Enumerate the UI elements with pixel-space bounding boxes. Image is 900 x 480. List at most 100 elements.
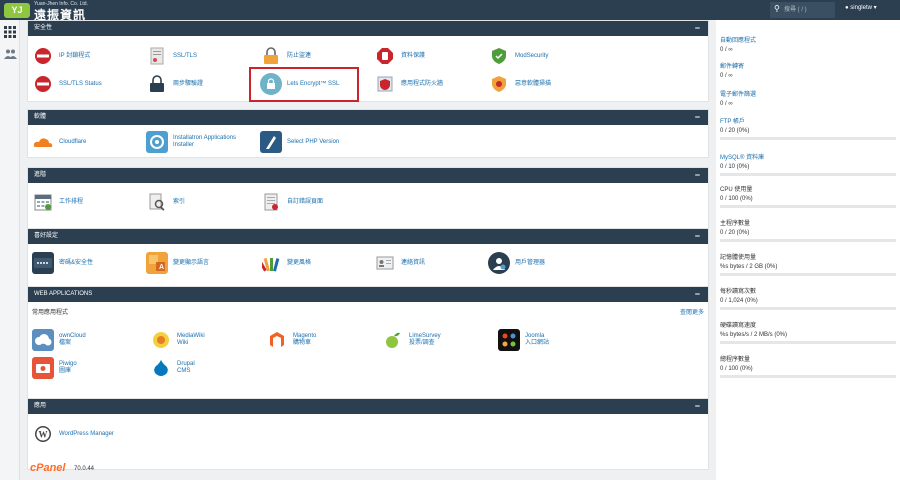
hotlink-protection-icon bbox=[260, 45, 282, 67]
user-manager-icon bbox=[488, 252, 510, 274]
stats-panel: 自動回應程式 0 / ∞ 郵件轉寄 0 / ∞ 電子郵件篩選 0 / ∞ FTP 帳戶… bbox=[716, 20, 900, 480]
grid-icon[interactable] bbox=[3, 25, 17, 39]
collapse-icon[interactable]: − bbox=[695, 287, 700, 301]
ssl-status-link[interactable]: SSL/TLS Status bbox=[32, 73, 102, 95]
stat-title[interactable]: MySQL® 資料庫 bbox=[720, 152, 896, 161]
stat-title[interactable]: FTP 帳戶 bbox=[720, 116, 896, 125]
user-name: singletw bbox=[850, 5, 872, 11]
popular-apps-header: 常用應用程式 查閱更多 bbox=[32, 307, 704, 316]
panel-header[interactable]: 應用 − bbox=[28, 399, 708, 414]
stat-forwarders: 郵件轉寄 0 / ∞ bbox=[720, 61, 896, 79]
caret-down-icon: ▾ bbox=[873, 5, 877, 11]
panel-web-applications: WEB APPLICATIONS − 常用應用程式 查閱更多 ownCloud 檔案… bbox=[27, 286, 709, 404]
user-menu[interactable]: ● singletw ▾ bbox=[845, 4, 877, 11]
stat-value: 0 / ∞ bbox=[720, 47, 733, 53]
users-icon[interactable] bbox=[3, 47, 17, 61]
installatron-link[interactable]: Installatron Applications Installer bbox=[146, 131, 236, 153]
app-magento[interactable]: Magento 購物車 bbox=[266, 329, 316, 351]
user-manager-link[interactable]: 用戶管理器 bbox=[488, 252, 545, 274]
view-more-link[interactable]: 查閱更多 bbox=[680, 307, 704, 316]
stat-title[interactable]: 電子郵件篩選 bbox=[720, 89, 896, 98]
stat-progress-bar bbox=[720, 173, 896, 176]
collapse-icon[interactable]: − bbox=[695, 21, 700, 35]
panel-apps: 應用 − W WordPress Manager bbox=[27, 398, 709, 470]
app-drupal[interactable]: Drupal CMS bbox=[150, 357, 195, 379]
stat-progress-bar bbox=[720, 375, 896, 378]
stat-value: %s bytes/s / 2 MB/s (0%) bbox=[720, 332, 788, 338]
cloudflare-link[interactable]: Cloudflare bbox=[32, 131, 86, 153]
search-input[interactable] bbox=[784, 4, 832, 16]
stat-title[interactable]: 郵件轉寄 bbox=[720, 61, 896, 70]
limesurvey-icon bbox=[382, 329, 404, 351]
popular-apps-title: 常用應用程式 bbox=[32, 310, 69, 316]
app-joomla[interactable]: Joomla 入口網站 bbox=[498, 329, 549, 351]
error-pages-icon bbox=[260, 191, 282, 213]
cloudflare-icon bbox=[32, 131, 54, 153]
panel-header[interactable]: WEB APPLICATIONS − bbox=[28, 287, 708, 302]
svg-text:W: W bbox=[39, 430, 48, 440]
panel-title: 安全性 bbox=[34, 25, 53, 31]
stat-value: 0 / 10 (0%) bbox=[720, 164, 750, 170]
collapse-icon[interactable]: − bbox=[695, 399, 700, 413]
stat-title: 硬碟讀寫速度 bbox=[720, 323, 757, 329]
stat-value: 0 / 100 (0%) bbox=[720, 196, 753, 202]
app-owncloud[interactable]: ownCloud 檔案 bbox=[32, 329, 86, 351]
panel-security: 安全性 − IP 封鎖程式 SSL/TLS 防止盜連 資料保護 ModSecuri… bbox=[27, 20, 709, 102]
stat-title: 記憶體使用量 bbox=[720, 255, 757, 261]
ssl-status-icon bbox=[32, 73, 54, 95]
top-bar: YJ Yuan-Jhen Info. Co. Ltd. 遠振資訊 ⚲ ● sin… bbox=[0, 0, 900, 22]
wordpress-manager-link[interactable]: W WordPress Manager bbox=[32, 423, 114, 445]
panel-header[interactable]: 安全性 − bbox=[28, 21, 708, 36]
search-box[interactable]: ⚲ bbox=[770, 2, 835, 18]
cpanel-version: 70.0.44 bbox=[74, 466, 95, 472]
collapse-icon[interactable]: − bbox=[695, 110, 700, 124]
app-mediawiki[interactable]: MediaWiki Wiki bbox=[150, 329, 205, 351]
stat-title: 總程序數量 bbox=[720, 357, 751, 363]
stat-memory-usage: 記憶體使用量 %s bytes / 2 GB (0%) bbox=[720, 252, 896, 276]
brand-logo[interactable]: YJ Yuan-Jhen Info. Co. Ltd. 遠振資訊 bbox=[2, 1, 114, 22]
stat-number-of-processes: 總程序數量 0 / 100 (0%) bbox=[720, 354, 896, 378]
collapse-icon[interactable]: − bbox=[695, 229, 700, 243]
app-piwigo[interactable]: Piwigo 圖庫 bbox=[32, 357, 77, 379]
directory-privacy-link[interactable]: 資料保護 bbox=[374, 45, 425, 67]
password-security-link[interactable]: 密碼&安全性 bbox=[32, 252, 93, 274]
indexes-icon bbox=[146, 191, 168, 213]
panel-title: WEB APPLICATIONS bbox=[34, 291, 93, 297]
contact-info-link[interactable]: 連絡資訊 bbox=[374, 252, 425, 274]
left-nav bbox=[0, 20, 20, 480]
php-version-link[interactable]: Select PHP Version bbox=[260, 131, 339, 153]
ssl-tls-link[interactable]: SSL/TLS bbox=[146, 45, 197, 67]
cron-jobs-link[interactable]: 工作排程 bbox=[32, 191, 83, 213]
modsecurity-link[interactable]: ModSecurity bbox=[488, 45, 548, 67]
collapse-icon[interactable]: − bbox=[695, 168, 700, 182]
ip-blocker-link[interactable]: IP 封鎖程式 bbox=[32, 45, 90, 67]
mediawiki-icon bbox=[150, 329, 172, 351]
two-factor-link[interactable]: 兩步驟驗證 bbox=[146, 73, 203, 95]
cpanel-logo[interactable]: cPanel bbox=[30, 462, 65, 474]
stat-progress-bar bbox=[720, 137, 896, 140]
app-firewall-link[interactable]: 應用程式防火牆 bbox=[374, 73, 443, 95]
drupal-icon bbox=[150, 357, 172, 379]
stat-title[interactable]: 自動回應程式 bbox=[720, 35, 896, 44]
hotlink-protection-link[interactable]: 防止盜連 bbox=[260, 45, 311, 67]
user-icon: ● bbox=[845, 5, 849, 11]
error-pages-link[interactable]: 自訂錯誤頁面 bbox=[260, 191, 323, 213]
app-limesurvey[interactable]: LimeSurvey 投票/調查 bbox=[382, 329, 441, 351]
panel-header[interactable]: 喜好設定 − bbox=[28, 229, 708, 244]
indexes-link[interactable]: 索引 bbox=[146, 191, 185, 213]
modsecurity-icon bbox=[488, 45, 510, 67]
panel-header[interactable]: 軟體 − bbox=[28, 110, 708, 125]
panel-header[interactable]: 進階 − bbox=[28, 168, 708, 183]
cron-jobs-icon bbox=[32, 191, 54, 213]
installatron-icon bbox=[146, 131, 168, 153]
malware-scanner-link[interactable]: 惡意軟體掃描 bbox=[488, 73, 551, 95]
stat-value: 0 / 20 (0%) bbox=[720, 230, 750, 236]
contact-info-icon bbox=[374, 252, 396, 274]
stat-value: %s bytes / 2 GB (0%) bbox=[720, 264, 778, 270]
change-language-link[interactable]: A 變更顯示語言 bbox=[146, 252, 209, 274]
search-icon: ⚲ bbox=[774, 4, 780, 13]
change-style-link[interactable]: 變更風格 bbox=[260, 252, 311, 274]
change-style-icon bbox=[260, 252, 282, 274]
stat-io-speed: 硬碟讀寫速度 %s bytes/s / 2 MB/s (0%) bbox=[720, 320, 896, 344]
stat-progress-bar bbox=[720, 205, 896, 208]
